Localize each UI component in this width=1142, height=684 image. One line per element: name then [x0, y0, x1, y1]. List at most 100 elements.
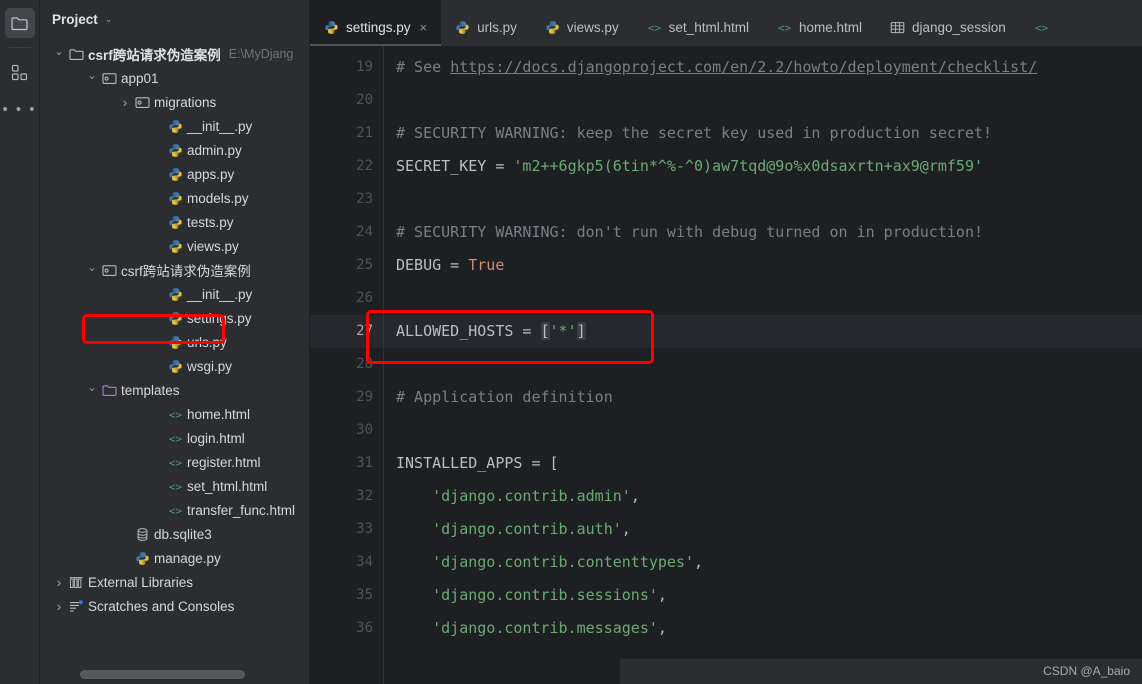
tree-node-icon	[165, 335, 185, 350]
editor-tab-settingspy[interactable]: settings.py ×	[310, 0, 442, 46]
project-horizontal-scrollbar[interactable]	[80, 670, 245, 679]
chevron-down-icon[interactable]: ⌄	[52, 46, 66, 60]
code-line: SECRET_KEY = 'm2++6gkp5(6tin*^%-^0)aw7tq…	[384, 150, 1142, 183]
tree-node-models.py[interactable]: models.py	[40, 186, 309, 210]
svg-text:<>: <>	[168, 456, 182, 469]
tree-node-icon	[165, 191, 185, 206]
svg-text:<>: <>	[648, 21, 662, 34]
chevron-right-icon[interactable]: ›	[118, 94, 132, 110]
tab-label: set_html.html	[668, 19, 749, 35]
python-icon	[168, 119, 182, 133]
python-icon	[546, 20, 559, 34]
editor-tab-overflow-partial[interactable]: <>	[1020, 0, 1063, 46]
code-token-str: 'django.contrib.sessions'	[396, 586, 658, 604]
module-icon	[101, 264, 117, 276]
tree-node-externallibraries[interactable]: › External Libraries	[40, 570, 309, 594]
tree-node-apps.py[interactable]: apps.py	[40, 162, 309, 186]
tree-node-tests.py[interactable]: tests.py	[40, 210, 309, 234]
chevron-down-icon[interactable]: ⌄	[85, 70, 99, 84]
chevron-right-icon[interactable]: ›	[52, 574, 66, 590]
tree-node-transfer_func.html[interactable]: <> transfer_func.html	[40, 498, 309, 522]
html-icon: <>	[168, 504, 182, 517]
table-icon	[890, 21, 905, 33]
line-number: 32	[356, 488, 373, 504]
tab-label: settings.py	[346, 19, 411, 35]
tree-node-csrf[interactable]: ⌄ csrf跨站请求伪造案例	[40, 258, 309, 282]
tree-node-label: __init__.py	[187, 286, 253, 302]
python-icon	[168, 215, 182, 229]
code-token-brk: [	[540, 322, 550, 340]
code-token-str: 'django.contrib.messages'	[396, 619, 658, 637]
code-token-op: ,	[657, 586, 667, 604]
more-icon[interactable]: • • •	[2, 102, 36, 117]
project-tool-window-button[interactable]	[4, 8, 35, 38]
line-number: 19	[356, 59, 373, 75]
code-text-area[interactable]: # See https://docs.djangoproject.com/en/…	[384, 46, 1142, 684]
tree-node-settings.py[interactable]: settings.py	[40, 306, 309, 330]
editor-tab-viewspy[interactable]: views.py	[531, 0, 633, 46]
tree-node-icon	[66, 47, 86, 62]
svg-text:<>: <>	[168, 480, 182, 493]
chevron-right-icon[interactable]: ›	[52, 598, 66, 614]
activity-rail: • • •	[0, 0, 40, 684]
tree-node-templates[interactable]: ⌄ templates	[40, 378, 309, 402]
code-token-ident: DEBUG	[396, 256, 442, 274]
tree-node-migrations[interactable]: › migrations	[40, 90, 309, 114]
templates-folder-icon	[101, 384, 117, 396]
tab-label: urls.py	[477, 19, 517, 35]
code-line: 'django.contrib.contenttypes',	[384, 546, 1142, 579]
svg-text:<>: <>	[168, 432, 182, 445]
tree-node-manage.py[interactable]: manage.py	[40, 546, 309, 570]
tree-node-views.py[interactable]: views.py	[40, 234, 309, 258]
code-token-link[interactable]: https://docs.djangoproject.com/en/2.2/ho…	[450, 58, 1037, 76]
tree-node-scratchesandconsoles[interactable]: › Scratches and Consoles	[40, 594, 309, 618]
tree-node-icon	[99, 263, 119, 278]
editor-tab-set_htmlhtml[interactable]: <> set_html.html	[633, 0, 763, 46]
code-token-op: =	[441, 256, 469, 274]
editor-tab-urlspy[interactable]: urls.py	[441, 0, 531, 46]
structure-tool-window-button[interactable]	[5, 57, 35, 87]
project-tree[interactable]: ⌄ csrf跨站请求伪造案例 E:\MyDjang ⌄ app01 › migrations…	[40, 38, 309, 684]
editor-tab-django_session[interactable]: django_session	[876, 0, 1020, 46]
chevron-down-icon[interactable]: ⌄	[85, 262, 99, 276]
code-line: ALLOWED_HOSTS = ['*']	[384, 315, 1142, 348]
line-number: 27	[356, 323, 373, 339]
editor-tab-bar[interactable]: settings.py × urls.py views.py <> set_html.ht…	[310, 0, 1142, 46]
python-icon	[325, 20, 338, 34]
tree-node-label: migrations	[154, 94, 217, 110]
close-icon[interactable]: ×	[420, 20, 428, 35]
tree-node-csrf[interactable]: ⌄ csrf跨站请求伪造案例 E:\MyDjang	[40, 42, 309, 66]
chevron-down-icon[interactable]: ⌄	[85, 382, 99, 396]
code-line: 'django.contrib.messages',	[384, 612, 1142, 645]
tree-node-app01[interactable]: ⌄ app01	[40, 66, 309, 90]
tree-node-urls.py[interactable]: urls.py	[40, 330, 309, 354]
module-icon	[134, 96, 150, 108]
code-token-comment: # Application definition	[396, 388, 613, 406]
tab-icon	[545, 20, 560, 35]
tree-node-admin.py[interactable]: admin.py	[40, 138, 309, 162]
tree-node-__init__.py[interactable]: __init__.py	[40, 282, 309, 306]
structure-icon	[11, 64, 28, 80]
code-token-op: ,	[630, 487, 640, 505]
line-number: 29	[356, 389, 373, 405]
svg-text:<>: <>	[778, 21, 792, 34]
database-icon	[137, 527, 147, 541]
tree-node-home.html[interactable]: <> home.html	[40, 402, 309, 426]
tree-node-register.html[interactable]: <> register.html	[40, 450, 309, 474]
tree-node-set_html.html[interactable]: <> set_html.html	[40, 474, 309, 498]
editor-tab-homehtml[interactable]: <> home.html	[763, 0, 876, 46]
code-token-ident: INSTALLED_APPS	[396, 454, 523, 472]
code-line: 'django.contrib.admin',	[384, 480, 1142, 513]
chevron-down-icon[interactable]: ⌄	[105, 14, 113, 24]
code-token-brk: ]	[576, 322, 586, 340]
code-viewport[interactable]: 19 20 21 22 23 24 25 26 27 28 29 30 31 32 33 34 35 36 # S…	[310, 46, 1142, 684]
html-icon: <>	[1035, 21, 1049, 34]
editor-gutter[interactable]: 19 20 21 22 23 24 25 26 27 28 29 30 31 32 33 34 35 36	[310, 46, 384, 684]
tree-node-__init__.py[interactable]: __init__.py	[40, 114, 309, 138]
tree-node-login.html[interactable]: <> login.html	[40, 426, 309, 450]
code-token-op: ,	[657, 619, 667, 637]
tree-node-wsgi.py[interactable]: wsgi.py	[40, 354, 309, 378]
tree-node-db.sqlite3[interactable]: db.sqlite3	[40, 522, 309, 546]
